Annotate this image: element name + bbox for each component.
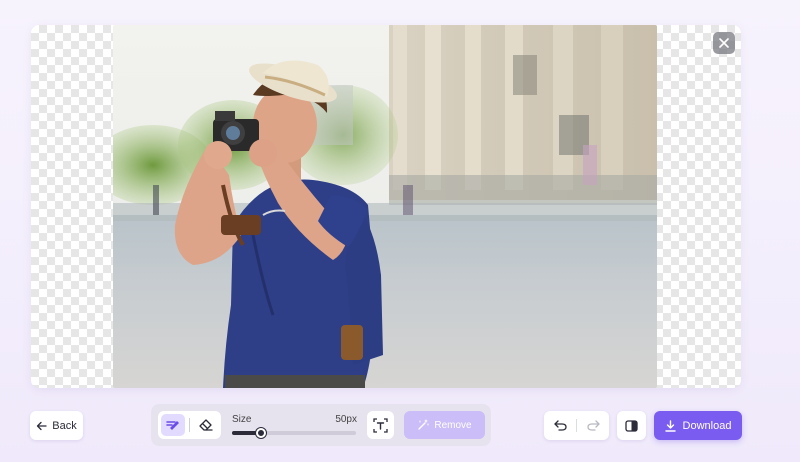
restore-brush-icon — [166, 421, 179, 430]
remove-button[interactable]: Remove — [404, 411, 485, 439]
tool-divider — [189, 418, 190, 432]
text-select-icon — [373, 417, 388, 433]
photo — [113, 25, 657, 388]
close-button[interactable] — [713, 32, 735, 54]
arrow-left-icon — [37, 421, 47, 430]
download-label: Download — [682, 419, 732, 432]
magic-wand-icon — [418, 419, 429, 430]
undo-icon — [553, 420, 567, 431]
size-slider-handle[interactable] — [255, 428, 266, 438]
brush-mode-group — [158, 411, 221, 439]
remove-label: Remove — [434, 419, 472, 431]
compare-icon — [625, 419, 638, 432]
redo-icon — [586, 420, 600, 431]
restore-brush-tool[interactable] — [161, 414, 185, 436]
size-value: 50px — [335, 414, 357, 425]
brush-toolbar: Size 50px Remove — [151, 404, 491, 446]
size-slider[interactable] — [232, 428, 356, 438]
eraser-icon — [199, 419, 213, 431]
back-label: Back — [52, 419, 77, 432]
text-select-button[interactable] — [367, 411, 394, 439]
download-icon — [664, 419, 676, 432]
redo-button[interactable] — [577, 411, 609, 440]
close-icon — [719, 38, 729, 48]
compare-button[interactable] — [617, 411, 646, 440]
undo-button[interactable] — [544, 411, 576, 440]
history-controls — [544, 411, 609, 440]
eraser-tool[interactable] — [194, 414, 218, 436]
back-button[interactable]: Back — [30, 411, 83, 440]
canvas-area[interactable] — [31, 25, 741, 388]
download-button[interactable]: Download — [654, 411, 742, 440]
size-label: Size — [232, 414, 252, 425]
